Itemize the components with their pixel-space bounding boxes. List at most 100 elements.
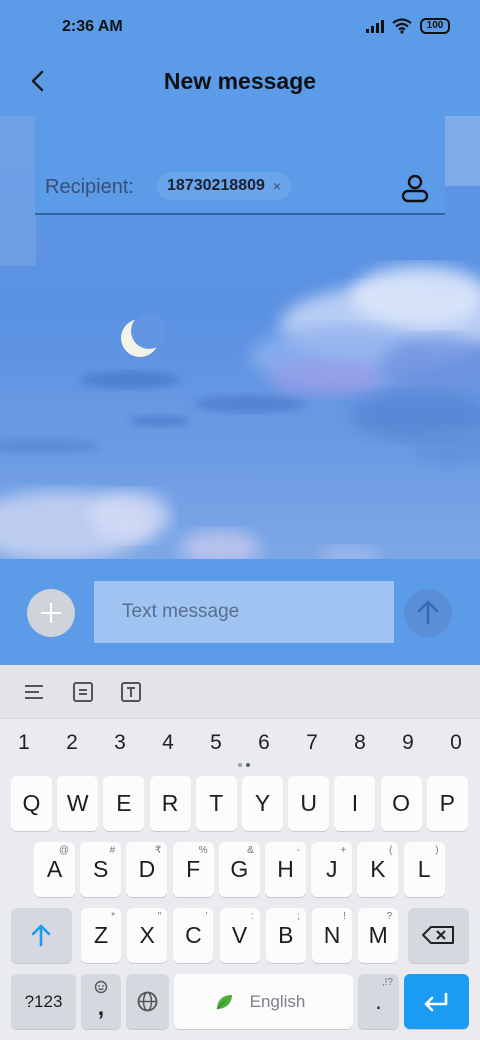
- signal-icon: [366, 19, 384, 33]
- recipient-number: 18730218809: [167, 177, 265, 194]
- recipient-chip[interactable]: 18730218809 ×: [157, 172, 292, 200]
- key-p[interactable]: P: [426, 776, 468, 831]
- key-e[interactable]: E: [103, 776, 145, 831]
- compose-bar: [0, 559, 480, 665]
- key-w[interactable]: W: [57, 776, 99, 831]
- key-label: H: [277, 856, 294, 882]
- key-hint: +: [340, 845, 347, 856]
- key-i[interactable]: I: [334, 776, 376, 831]
- space-label: English: [249, 992, 306, 1011]
- key-k[interactable]: K(: [357, 842, 399, 897]
- key-label: Z: [93, 922, 109, 948]
- key-hint: %: [198, 845, 208, 856]
- key-label: P: [439, 790, 455, 816]
- number-row: 1234567890: [0, 723, 480, 763]
- message-input[interactable]: [94, 581, 394, 643]
- key-f[interactable]: F%: [172, 842, 214, 897]
- number-key[interactable]: 8: [336, 723, 384, 763]
- number-key[interactable]: 4: [144, 723, 192, 763]
- key-label: A: [46, 856, 63, 882]
- language-key[interactable]: [126, 974, 169, 1029]
- key-label: Y: [254, 790, 271, 816]
- key-hint: -: [296, 845, 300, 856]
- key-label: B: [278, 922, 294, 948]
- keyboard-toolbar: [0, 665, 480, 719]
- key-label: F: [186, 856, 201, 882]
- moon-icon: [121, 313, 167, 357]
- key-hint: &: [247, 845, 254, 856]
- key-c[interactable]: C ': [173, 908, 214, 963]
- text-format-icon[interactable]: [120, 681, 142, 703]
- number-key[interactable]: 6: [240, 723, 288, 763]
- key-label: C: [185, 922, 202, 948]
- keyboard: 1234567890 Q W E R T Y U I O P A @ S # D ₹ F% G & H - J + K(L) Z…: [0, 665, 480, 1040]
- key-m[interactable]: M?: [358, 908, 399, 963]
- key-label: L: [417, 856, 431, 882]
- space-key[interactable]: English: [174, 974, 353, 1029]
- number-key[interactable]: 3: [96, 723, 144, 763]
- align-icon[interactable]: [23, 681, 45, 703]
- clipboard-icon[interactable]: [72, 681, 94, 703]
- battery-icon: 100: [420, 18, 450, 34]
- attach-plus-button[interactable]: [27, 589, 75, 637]
- number-key[interactable]: 1: [0, 723, 48, 763]
- header: New message: [0, 56, 480, 116]
- key-y[interactable]: Y: [242, 776, 283, 831]
- shift-key[interactable]: [11, 908, 72, 963]
- key-x[interactable]: X ": [127, 908, 168, 963]
- key-hint: ₹: [155, 845, 162, 856]
- key-label: O: [392, 790, 411, 816]
- key-hint: ): [435, 845, 439, 856]
- status-time: 2:36 AM: [62, 18, 123, 35]
- send-button[interactable]: [404, 589, 452, 637]
- enter-icon: [424, 992, 448, 1012]
- key-l[interactable]: L): [403, 842, 445, 897]
- recipient-label: Recipient:: [45, 176, 134, 198]
- status-bar: 2:36 AM 100: [0, 0, 480, 56]
- key-h[interactable]: H-: [265, 842, 306, 897]
- key-d[interactable]: D ₹: [126, 842, 168, 897]
- key-v[interactable]: V:: [219, 908, 260, 963]
- comma-key[interactable]: ,: [81, 974, 121, 1029]
- backspace-key[interactable]: [408, 908, 469, 963]
- key-b[interactable]: B;: [265, 908, 306, 963]
- recipient-bar[interactable]: Recipient: 18730218809 ×: [35, 116, 445, 215]
- key-label: V: [231, 922, 248, 948]
- number-key[interactable]: 0: [432, 723, 480, 763]
- page-indicator: [238, 763, 250, 767]
- shift-arrow-icon: [31, 924, 51, 947]
- key-hint: #: [109, 845, 116, 856]
- page-title: New message: [163, 68, 317, 94]
- key-o[interactable]: O: [380, 776, 422, 831]
- symbols-key[interactable]: ?123: [11, 974, 76, 1029]
- key-label: D: [138, 856, 156, 882]
- key-a[interactable]: A @: [34, 842, 75, 897]
- period-label: .: [375, 988, 382, 1014]
- key-s[interactable]: S #: [80, 842, 122, 897]
- number-key[interactable]: 5: [192, 723, 240, 763]
- key-hint: @: [58, 845, 69, 856]
- contact-icon[interactable]: [399, 172, 431, 204]
- period-key[interactable]: ,!? .: [358, 974, 399, 1029]
- key-u[interactable]: U: [288, 776, 330, 831]
- key-j[interactable]: J +: [311, 842, 353, 897]
- key-t[interactable]: T: [195, 776, 237, 831]
- wifi-icon: [392, 18, 412, 34]
- chip-close-icon[interactable]: ×: [273, 178, 281, 194]
- number-key[interactable]: 9: [384, 723, 432, 763]
- key-label: R: [161, 790, 179, 816]
- key-q[interactable]: Q: [11, 776, 52, 831]
- key-g[interactable]: G &: [218, 842, 260, 897]
- key-hint: ;: [297, 911, 300, 922]
- key-label: S: [93, 856, 109, 882]
- key-z[interactable]: Z *: [81, 908, 121, 963]
- key-label: Q: [22, 790, 41, 816]
- key-r[interactable]: R: [149, 776, 191, 831]
- number-key[interactable]: 7: [288, 723, 336, 763]
- number-key[interactable]: 2: [48, 723, 96, 763]
- key-hint: ?: [386, 911, 393, 922]
- key-label: I: [351, 790, 359, 816]
- key-n[interactable]: N!: [312, 908, 352, 963]
- key-label: M: [368, 922, 388, 948]
- enter-key[interactable]: [404, 974, 469, 1029]
